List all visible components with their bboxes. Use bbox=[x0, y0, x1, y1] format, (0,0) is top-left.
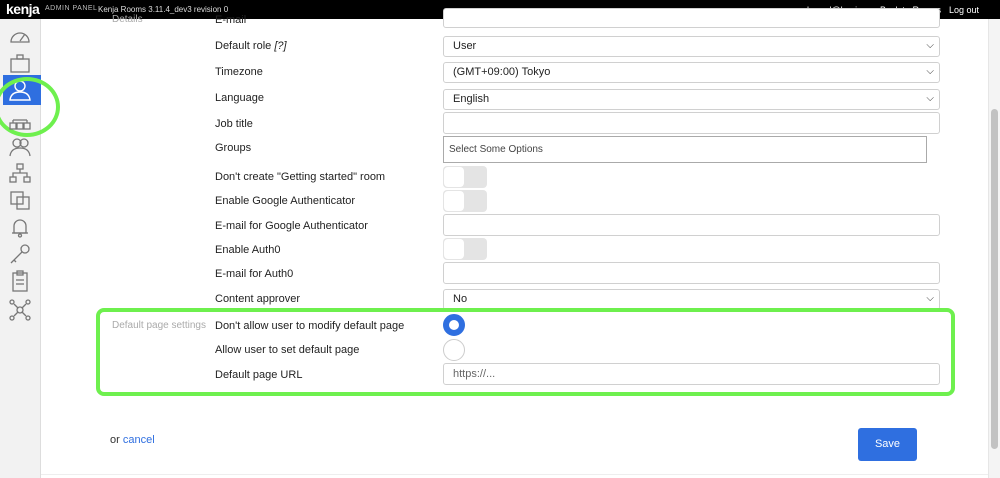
disallow-default-page-radio[interactable] bbox=[443, 314, 465, 336]
timezone-label: Timezone bbox=[215, 66, 263, 78]
clipboard-icon[interactable] bbox=[8, 270, 32, 292]
toggle-knob bbox=[444, 167, 464, 187]
default-role-select[interactable]: User ⌵ bbox=[443, 36, 940, 57]
kenja-logo[interactable]: kenja bbox=[6, 1, 40, 17]
job-title-input[interactable] bbox=[443, 112, 940, 134]
hierarchy-icon[interactable] bbox=[8, 162, 32, 184]
language-label: Language bbox=[215, 92, 264, 104]
scrollbar[interactable] bbox=[988, 19, 1000, 478]
chevron-down-icon: ⌵ bbox=[926, 40, 934, 51]
groups-label: Groups bbox=[215, 142, 252, 154]
bottom-divider bbox=[41, 474, 988, 475]
language-select[interactable]: English ⌵ bbox=[443, 89, 940, 110]
copy-icon[interactable] bbox=[8, 189, 32, 211]
auth0-email-label: E-mail for Auth0 bbox=[215, 268, 294, 280]
default-page-url-label: Default page URL bbox=[215, 369, 303, 381]
allow-default-page-label: Allow user to set default page bbox=[215, 344, 360, 356]
default-page-section-label: Default page settings bbox=[112, 320, 206, 331]
google-auth-email-input[interactable] bbox=[443, 214, 940, 236]
chevron-down-icon: ⌵ bbox=[926, 293, 934, 304]
network-icon[interactable] bbox=[8, 299, 32, 321]
auth0-toggle[interactable] bbox=[443, 238, 487, 260]
version-label: Kenja Rooms 3.11.4_dev3 revision 0 bbox=[98, 5, 229, 14]
google-auth-email-label: E-mail for Google Authenticator bbox=[215, 220, 368, 232]
save-button[interactable]: Save bbox=[858, 428, 917, 461]
logout-link[interactable]: Log out bbox=[949, 5, 979, 15]
email-label: E-mail bbox=[215, 14, 247, 26]
cancel-row: or cancel bbox=[110, 434, 155, 446]
or-text: or bbox=[110, 434, 120, 446]
scrollbar-thumb[interactable] bbox=[991, 109, 998, 449]
toggle-knob bbox=[444, 191, 464, 211]
users-icon[interactable] bbox=[8, 136, 32, 158]
disallow-default-page-label: Don't allow user to modify default page bbox=[215, 320, 405, 332]
content-approver-label: Content approver bbox=[215, 293, 300, 305]
groups-multiselect[interactable]: Select Some Options bbox=[443, 136, 927, 163]
getting-started-label: Don't create "Getting started" room bbox=[215, 171, 386, 183]
org-chart-icon[interactable] bbox=[8, 111, 32, 133]
google-auth-toggle[interactable] bbox=[443, 190, 487, 212]
google-auth-label: Enable Google Authenticator bbox=[215, 195, 356, 207]
details-section-label: Details bbox=[112, 14, 143, 25]
default-role-label: Default role [?] bbox=[215, 40, 287, 52]
toggle-knob bbox=[444, 239, 464, 259]
allow-default-page-radio[interactable] bbox=[443, 339, 465, 361]
key-icon[interactable] bbox=[8, 243, 32, 265]
sidebar bbox=[0, 19, 60, 478]
chevron-down-icon: ⌵ bbox=[926, 93, 934, 104]
auth0-email-input[interactable] bbox=[443, 262, 940, 284]
default-role-help[interactable]: [?] bbox=[274, 40, 286, 52]
job-title-label: Job title bbox=[215, 118, 253, 130]
timezone-select[interactable]: (GMT+09:00) Tokyo ⌵ bbox=[443, 62, 940, 83]
dashboard-icon[interactable] bbox=[8, 25, 32, 47]
admin-panel-label: ADMIN PANEL bbox=[45, 5, 98, 12]
default-page-url-input[interactable]: https://... bbox=[443, 363, 940, 385]
briefcase-icon[interactable] bbox=[8, 52, 32, 74]
content-approver-select[interactable]: No ⌵ bbox=[443, 289, 940, 310]
auth0-label: Enable Auth0 bbox=[215, 244, 281, 256]
email-input[interactable] bbox=[443, 8, 940, 28]
getting-started-toggle[interactable] bbox=[443, 166, 487, 188]
chevron-down-icon: ⌵ bbox=[926, 66, 934, 77]
bell-icon[interactable] bbox=[8, 216, 32, 238]
cancel-link[interactable]: cancel bbox=[123, 434, 155, 446]
